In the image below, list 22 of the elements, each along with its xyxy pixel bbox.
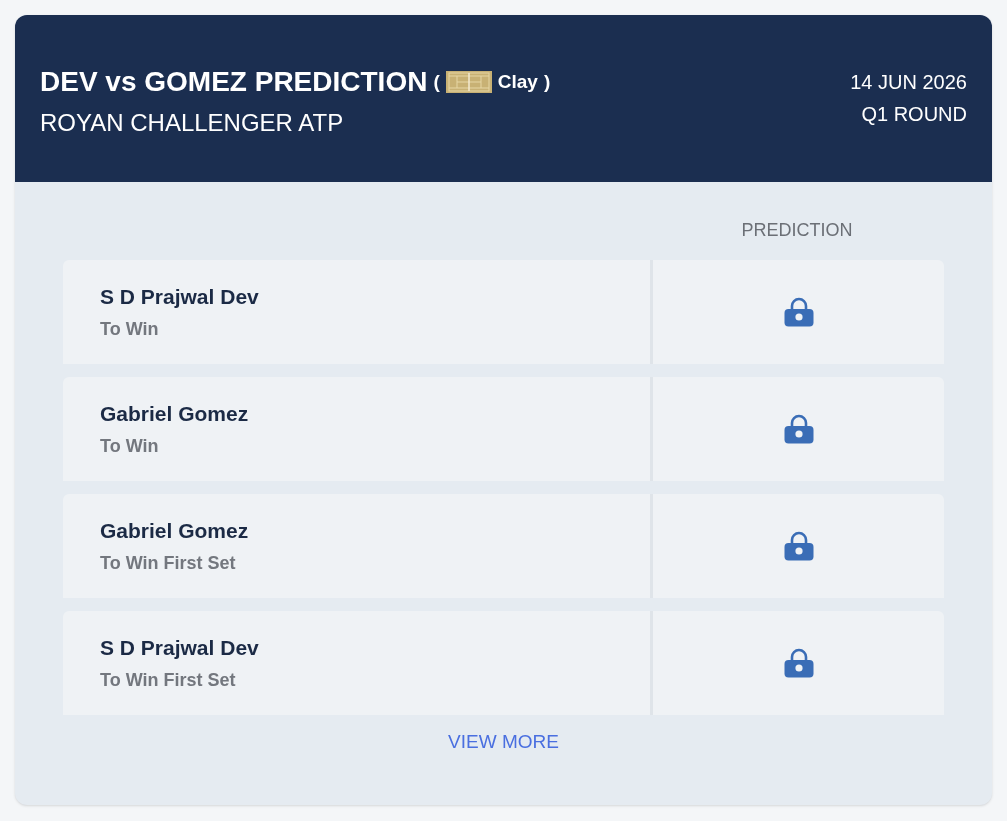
match-date: 14 JUN 2026	[850, 70, 967, 95]
paren-close: )	[543, 70, 551, 94]
match-round: Q1 ROUND	[861, 102, 967, 127]
surface-label: Clay	[497, 70, 538, 94]
lock-icon	[783, 414, 814, 444]
market-label: To Win First Set	[100, 669, 237, 692]
match-title: DEV vs GOMEZ PREDICTION	[40, 65, 428, 99]
market-label: To Win	[100, 435, 160, 458]
market-label: To Win First Set	[100, 552, 237, 575]
clay-court-icon	[445, 71, 492, 93]
paren-open: (	[433, 70, 440, 94]
lock-icon	[783, 531, 814, 561]
lock-icon	[783, 648, 814, 678]
view-more-link[interactable]: VIEW MORE	[448, 729, 559, 755]
player-name: Gabriel Gomez	[100, 401, 250, 427]
player-name: S D Prajwal Dev	[100, 635, 260, 661]
player-name: S D Prajwal Dev	[100, 284, 260, 310]
tournament-name: ROYAN CHALLENGER ATP	[40, 108, 345, 138]
column-header: PREDICTION	[741, 219, 853, 242]
player-name: Gabriel Gomez	[100, 518, 250, 544]
lock-icon	[783, 297, 814, 327]
market-label: To Win	[100, 318, 160, 341]
